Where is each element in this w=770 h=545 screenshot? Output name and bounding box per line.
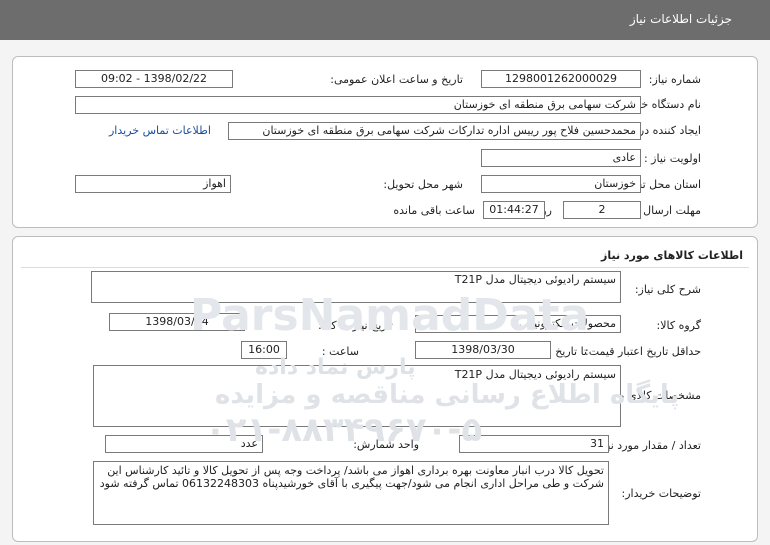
section-divider [21, 267, 749, 268]
page-title: جزئیات اطلاعات نیاز [629, 12, 732, 26]
priority-label: اولویت نیاز : [643, 152, 701, 165]
goods-group-label: گروه کالا: [656, 319, 701, 332]
deadline-remaining-label: ساعت باقی مانده [393, 204, 475, 217]
specs-field[interactable]: سیستم رادیوئی دیجیتال مدل T21P [93, 365, 621, 427]
announce-datetime-label: تاریخ و ساعت اعلان عمومی: [330, 73, 463, 86]
buyer-contact-link[interactable]: اطلاعات تماس خریدار [109, 124, 211, 137]
announce-datetime-field[interactable]: 1398/02/22 - 09:02 [75, 70, 233, 88]
price-validity-date-field[interactable]: 1398/03/30 [415, 341, 551, 359]
deadline-time-field[interactable]: 01:44:27 [483, 201, 545, 219]
until-date-label: تا تاریخ : [548, 345, 587, 358]
priority-field[interactable]: عادی [481, 149, 641, 167]
goods-group-field[interactable]: محصولات الکترونیکی [415, 315, 621, 333]
general-desc-field[interactable]: سیستم رادیوئی دیجیتال مدل T21P [91, 271, 621, 303]
deadline-days-field[interactable]: 2 [563, 201, 641, 219]
general-desc-label: شرح کلی نیاز: [634, 283, 701, 296]
goods-section-title: اطلاعات کالاهای مورد نیاز [601, 249, 743, 262]
quantity-field[interactable]: 31 [459, 435, 609, 453]
delivery-province-field[interactable]: خوزستان [481, 175, 641, 193]
delivery-city-label: شهر محل تحویل: [383, 178, 463, 191]
need-number-label: شماره نیاز: [648, 73, 701, 86]
need-number-field[interactable]: 1298001262000029 [481, 70, 641, 88]
page-header: جزئیات اطلاعات نیاز [0, 0, 770, 40]
price-validity-label: حداقل تاریخ اعتبار قیمت: [585, 345, 701, 358]
need-info-panel: شماره نیاز: 1298001262000029 تاریخ و ساع… [12, 56, 758, 228]
buyer-org-field[interactable]: شرکت سهامی برق منطقه ای خوزستان [75, 96, 641, 114]
delivery-city-field[interactable]: اهواز [75, 175, 231, 193]
need-date-label: تاریخ نیاز به کالا: [318, 319, 393, 332]
buyer-notes-field[interactable]: تحویل کالا درب انبار معاونت بهره برداری … [93, 461, 609, 525]
unit-field[interactable]: عدد [105, 435, 263, 453]
need-date-field[interactable]: 1398/03/04 [109, 313, 245, 331]
goods-info-panel: اطلاعات کالاهای مورد نیاز شرح کلی نیاز: … [12, 236, 758, 542]
time-label: ساعت : [321, 345, 359, 358]
price-validity-time-field[interactable]: 16:00 [241, 341, 287, 359]
quantity-label: تعداد / مقدار مورد نیاز: [595, 439, 701, 452]
buyer-notes-label: توضیحات خریدار: [621, 487, 702, 500]
unit-label: واحد شمارش: [353, 438, 419, 451]
requester-field[interactable]: محمدحسین فلاح پور رییس اداره تدارکات شرک… [228, 122, 641, 140]
